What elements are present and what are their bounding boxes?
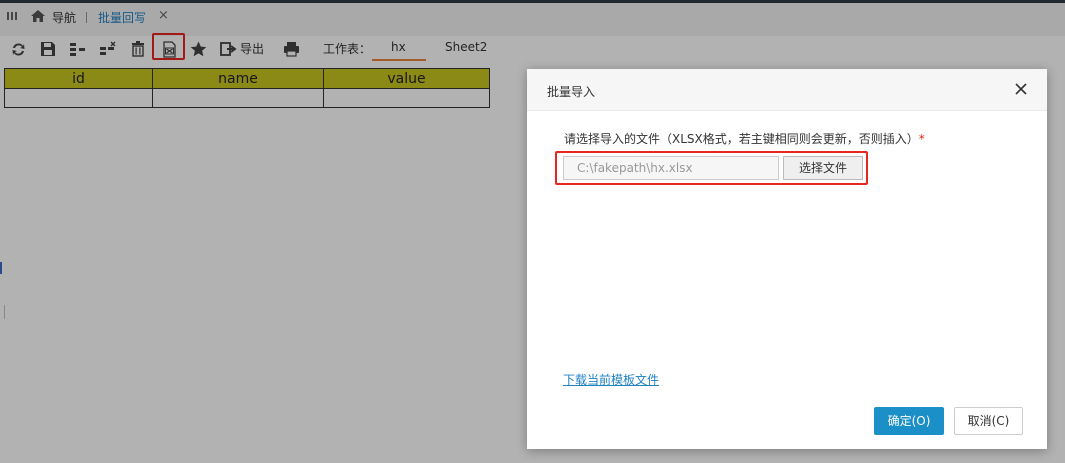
choose-file-button[interactable]: 选择文件 <box>783 156 863 180</box>
left-edge-divider <box>4 305 5 319</box>
file-path-field[interactable]: C:\fakepath\hx.xlsx <box>563 156 779 180</box>
cancel-button[interactable]: 取消(C) <box>954 407 1023 435</box>
import-hint-text: 请选择导入的文件（XLSX格式，若主键相同则会更新，否则插入） <box>564 132 919 146</box>
required-mark: * <box>918 132 925 146</box>
download-template-link[interactable]: 下载当前模板文件 <box>563 371 659 388</box>
close-icon[interactable] <box>1013 81 1029 97</box>
ok-button[interactable]: 确定(O) <box>874 407 944 435</box>
batch-import-dialog: 批量导入 请选择导入的文件（XLSX格式，若主键相同则会更新，否则插入）* C:… <box>527 69 1047 449</box>
import-hint: 请选择导入的文件（XLSX格式，若主键相同则会更新，否则插入）* <box>564 130 925 147</box>
left-edge-marker <box>0 262 2 274</box>
dialog-header: 批量导入 <box>527 69 1047 111</box>
dialog-title: 批量导入 <box>547 85 596 99</box>
